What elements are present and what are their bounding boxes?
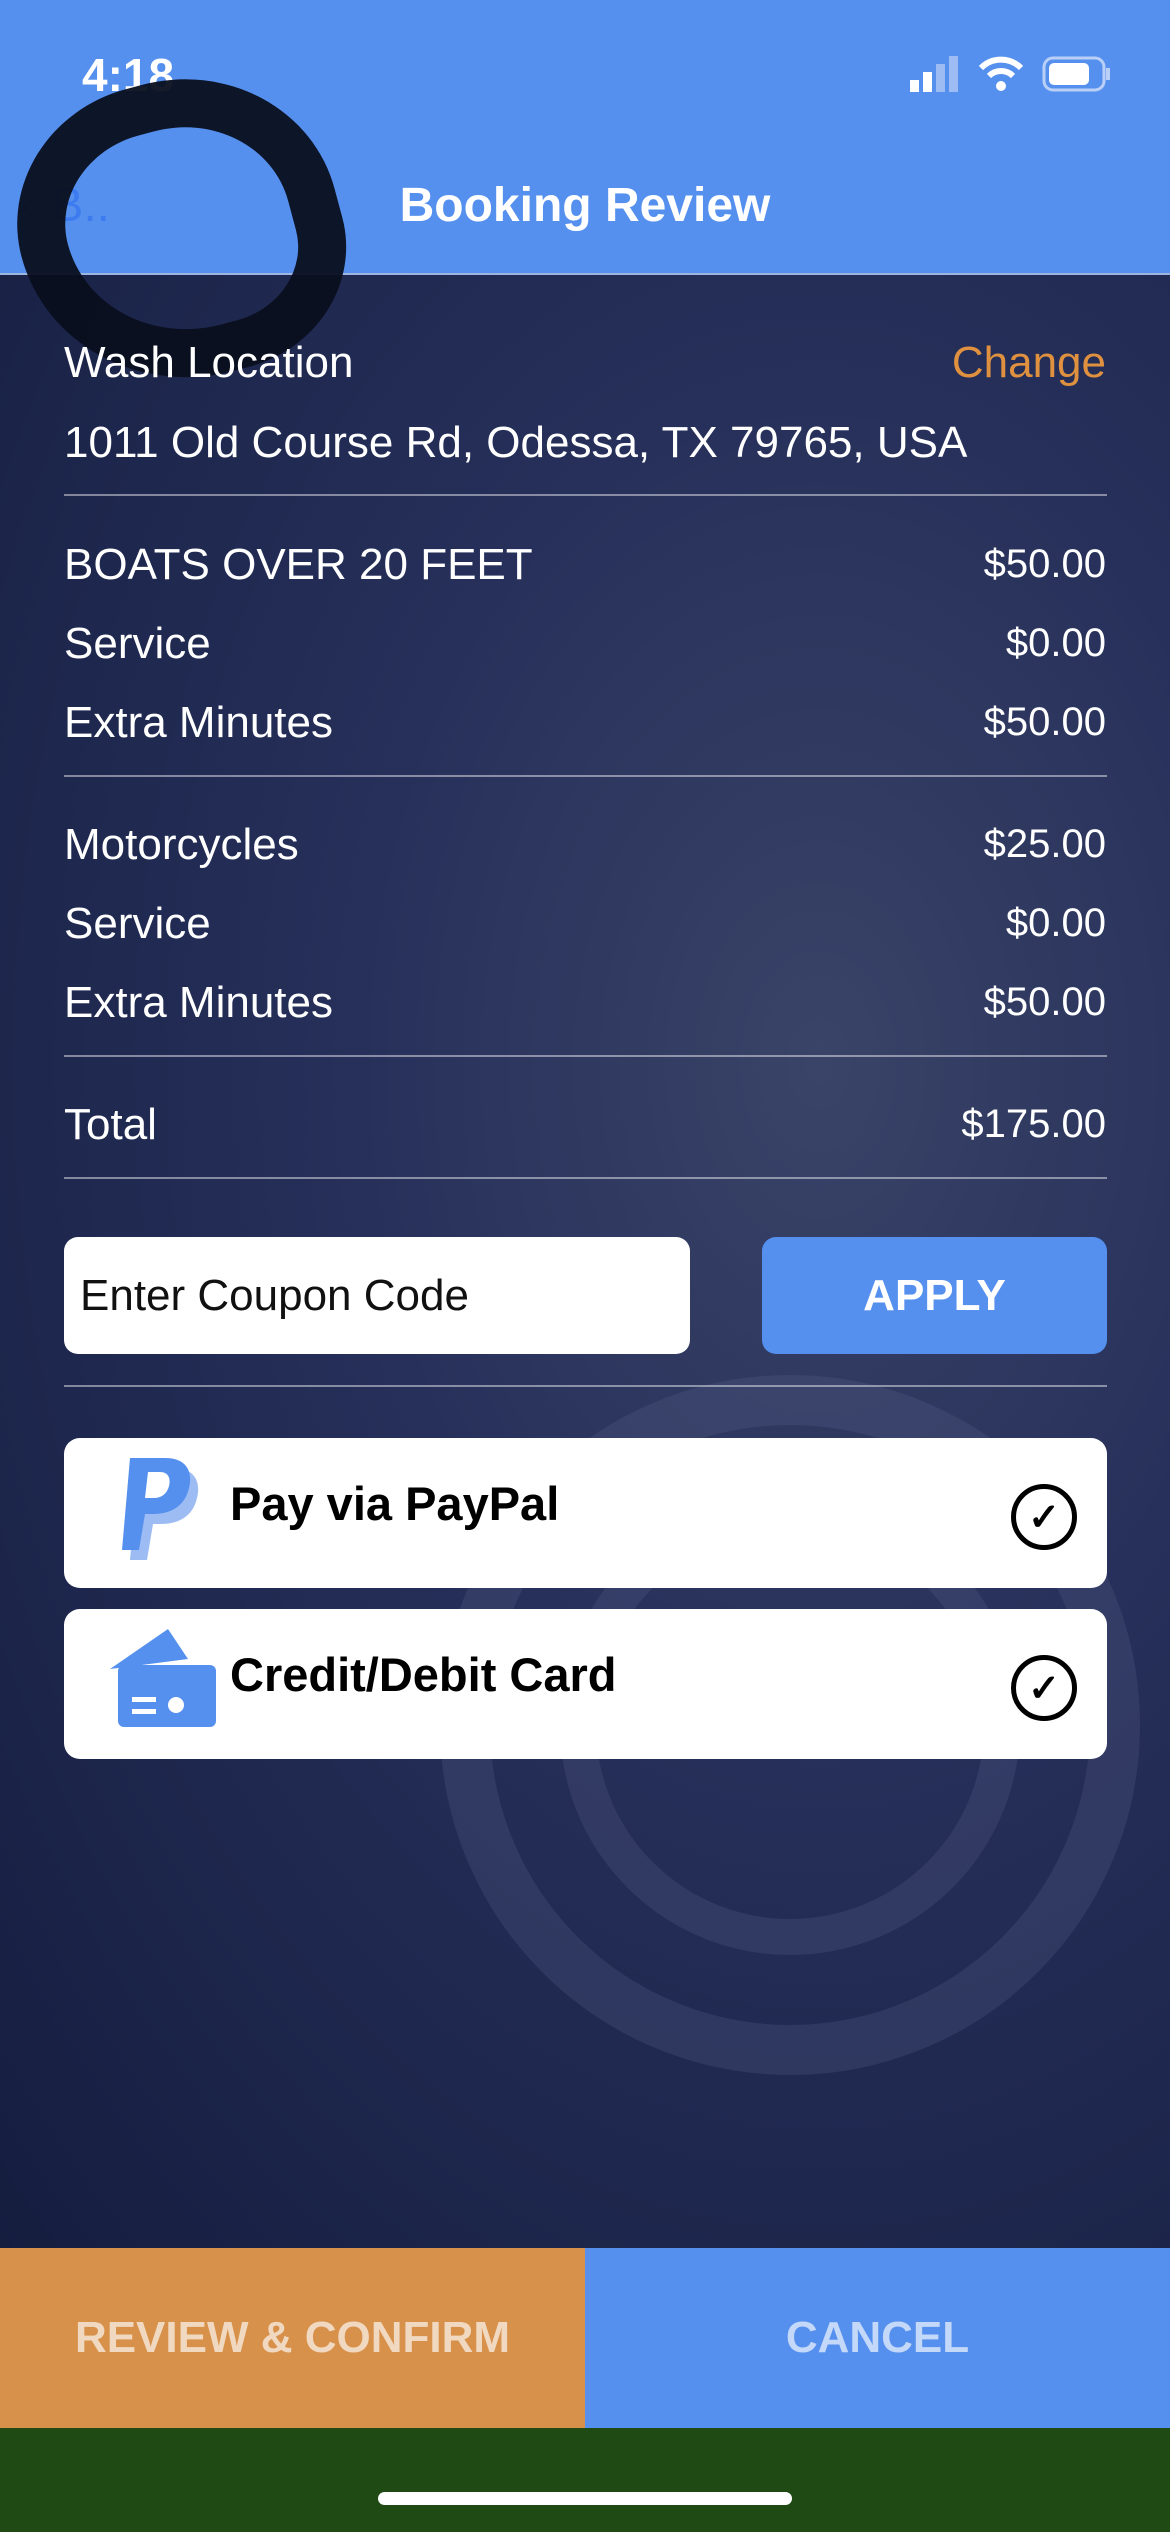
- item-label: Service: [64, 899, 211, 948]
- item-label: Extra Minutes: [64, 978, 333, 1027]
- total-price: $175.00: [961, 1102, 1106, 1146]
- item-price: $0.00: [1005, 901, 1106, 945]
- wash-location-label: Wash Location: [64, 338, 354, 387]
- check-circle-icon[interactable]: ✓: [1011, 1484, 1077, 1550]
- item-label: BOATS OVER 20 FEET: [64, 540, 533, 589]
- bottom-bar: [0, 2428, 1170, 2532]
- paypal-icon: [122, 1458, 199, 1560]
- pay-via-paypal-option[interactable]: Pay via PayPal ✓: [64, 1438, 1107, 1588]
- divider: [64, 775, 1107, 777]
- home-indicator[interactable]: [378, 2492, 792, 2505]
- card-label: Credit/Debit Card: [230, 1648, 617, 1701]
- paypal-label: Pay via PayPal: [230, 1477, 560, 1530]
- status-icons: [910, 56, 1112, 92]
- check-circle-icon[interactable]: ✓: [1011, 1655, 1077, 1721]
- item-label: Extra Minutes: [64, 698, 333, 747]
- divider: [64, 1055, 1107, 1057]
- divider: [64, 1177, 1107, 1179]
- credit-card-icon: [110, 1629, 216, 1727]
- item-price: $25.00: [983, 822, 1106, 866]
- item-label: Service: [64, 619, 211, 668]
- item-price: $50.00: [983, 980, 1106, 1024]
- battery-icon: [1042, 56, 1110, 92]
- change-location-link[interactable]: Change: [952, 338, 1106, 388]
- wifi-icon: [978, 56, 1024, 91]
- divider: [64, 1385, 1107, 1387]
- address-text: 1011 Old Course Rd, Odessa, TX 79765, US…: [64, 418, 968, 467]
- item-price: $50.00: [983, 700, 1106, 744]
- cancel-button[interactable]: CANCEL: [585, 2248, 1170, 2428]
- review-confirm-button[interactable]: REVIEW & CONFIRM: [0, 2248, 585, 2428]
- signal-icon: [910, 56, 958, 92]
- apply-button[interactable]: APPLY: [762, 1237, 1107, 1354]
- coupon-code-input[interactable]: [64, 1237, 690, 1354]
- item-price: $50.00: [983, 542, 1106, 586]
- divider: [64, 494, 1107, 496]
- credit-debit-card-option[interactable]: Credit/Debit Card ✓: [64, 1609, 1107, 1759]
- item-price: $0.00: [1005, 621, 1106, 665]
- item-label: Motorcycles: [64, 820, 299, 869]
- total-label: Total: [64, 1100, 157, 1149]
